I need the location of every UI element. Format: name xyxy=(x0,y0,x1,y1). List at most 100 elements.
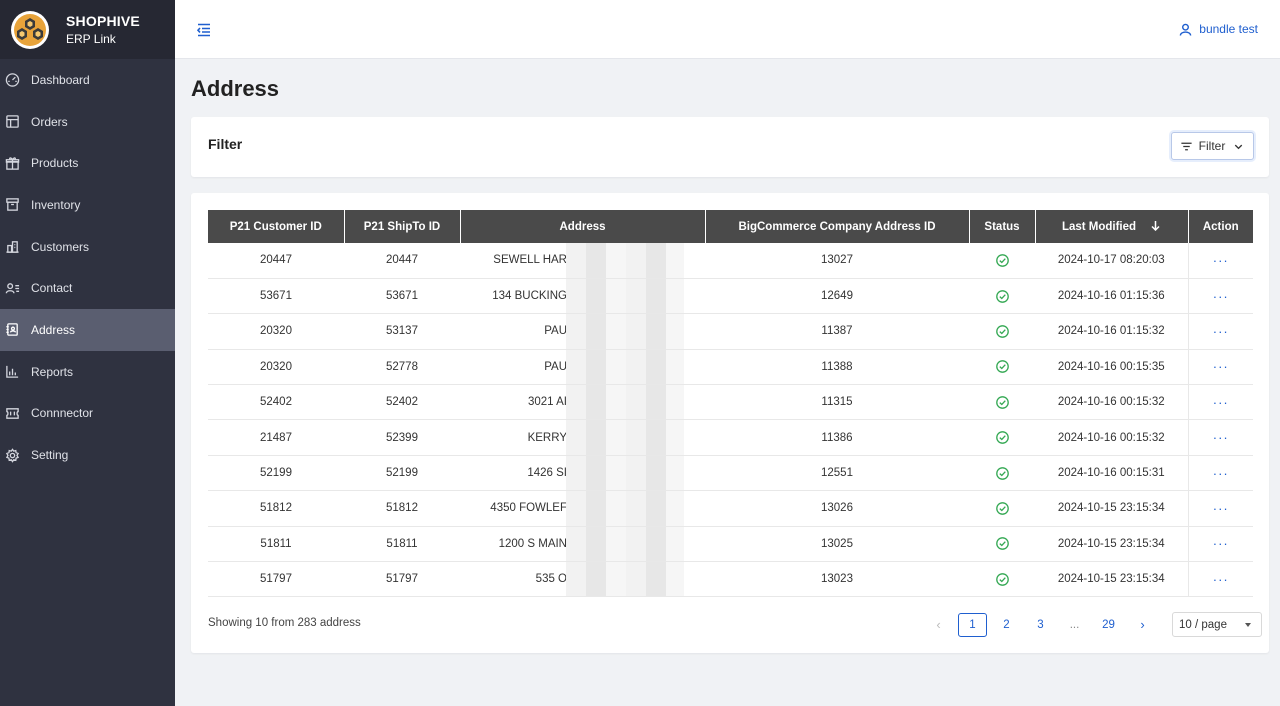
brand[interactable]: SHOPHIVE ERP Link xyxy=(0,0,175,59)
cell-customer-id: 52199 xyxy=(208,455,344,492)
sidebar-item-contact[interactable]: Contact xyxy=(0,267,175,309)
row-action-more-icon[interactable]: ··· xyxy=(1187,349,1253,386)
sidebar-item-label: Customers xyxy=(31,239,90,254)
address-table-card: P21 Customer ID P21 ShipTo ID Address Bi… xyxy=(191,193,1269,653)
row-action-more-icon[interactable]: ··· xyxy=(1187,384,1253,421)
cell-shipto-id: 52402 xyxy=(344,384,460,421)
cell-customer-id: 51811 xyxy=(208,526,344,563)
cell-last-modified: 2024-10-15 23:15:34 xyxy=(1035,490,1188,527)
pagination: ‹ 1 2 3 ... 29 › 10 / page xyxy=(924,612,1262,637)
row-action-more-icon[interactable]: ··· xyxy=(1187,278,1253,315)
redacted-block xyxy=(566,562,684,597)
sidebar-item-setting[interactable]: Setting xyxy=(0,434,175,476)
page-3-button[interactable]: 3 xyxy=(1026,613,1055,637)
redacted-block xyxy=(566,385,684,420)
brand-name: SHOPHIVE xyxy=(66,13,140,29)
sidebar-item-address[interactable]: Address xyxy=(0,309,175,351)
filter-lines-icon xyxy=(1181,142,1192,150)
dashboard-icon xyxy=(4,72,20,88)
sort-arrow-down-icon[interactable] xyxy=(1150,220,1161,234)
prev-page-button[interactable]: ‹ xyxy=(924,613,953,637)
check-circle-icon xyxy=(995,502,1009,515)
page-2-button[interactable]: 2 xyxy=(992,613,1021,637)
address-text: PAU xyxy=(544,360,567,373)
cell-bigcommerce-id: 11388 xyxy=(705,349,969,386)
row-action-more-icon[interactable]: ··· xyxy=(1187,313,1253,350)
redacted-block xyxy=(566,243,684,278)
cell-last-modified: 2024-10-16 00:15:35 xyxy=(1035,349,1188,386)
cell-status xyxy=(969,313,1035,350)
address-icon xyxy=(4,322,20,338)
cell-customer-id: 21487 xyxy=(208,419,344,456)
next-page-button[interactable]: › xyxy=(1128,613,1157,637)
sidebar-item-label: Products xyxy=(31,156,79,171)
sidebar: SHOPHIVE ERP Link Dashboard Orders Produ… xyxy=(0,0,175,706)
cell-shipto-id: 51812 xyxy=(344,490,460,527)
row-action-more-icon[interactable]: ··· xyxy=(1187,243,1253,279)
check-circle-icon xyxy=(995,466,1009,480)
sidebar-item-connector[interactable]: Connnector xyxy=(0,393,175,435)
cell-address: 4350 FOWLEF xyxy=(460,490,705,527)
cell-status xyxy=(969,561,1035,598)
page-ellipsis[interactable]: ... xyxy=(1060,613,1089,637)
cell-last-modified: 2024-10-16 00:15:32 xyxy=(1035,384,1188,421)
sidebar-item-label: Reports xyxy=(31,364,74,379)
cell-status xyxy=(969,455,1035,492)
cell-bigcommerce-id: 11387 xyxy=(705,313,969,350)
table-row: 20320 52778 PAU 11388 2024-10-16 00:15:35 ··· xyxy=(208,349,1253,386)
cell-last-modified: 2024-10-17 08:20:03 xyxy=(1035,243,1188,279)
sidebar-item-inventory[interactable]: Inventory xyxy=(0,184,175,226)
redacted-block xyxy=(566,455,684,491)
cell-shipto-id: 20447 xyxy=(344,243,460,279)
page-size-value: 10 / page xyxy=(1179,618,1227,631)
customers-icon xyxy=(4,239,20,255)
address-text: PAU xyxy=(544,325,567,338)
page-29-button[interactable]: 29 xyxy=(1094,613,1123,637)
column-header-p21-shipto-id[interactable]: P21 ShipTo ID xyxy=(344,210,461,243)
sidebar-item-orders[interactable]: Orders xyxy=(0,101,175,143)
cell-customer-id: 20320 xyxy=(208,313,344,350)
cell-customer-id: 52402 xyxy=(208,384,344,421)
sidebar-item-customers[interactable]: Customers xyxy=(0,226,175,268)
column-header-status[interactable]: Status xyxy=(969,210,1036,243)
cell-status xyxy=(969,490,1035,527)
sidebar-item-dashboard[interactable]: Dashboard xyxy=(0,59,175,101)
sidebar-item-products[interactable]: Products xyxy=(0,142,175,184)
cell-last-modified: 2024-10-16 01:15:32 xyxy=(1035,313,1188,350)
row-action-more-icon[interactable]: ··· xyxy=(1187,419,1253,456)
cell-address: PAU xyxy=(460,313,705,350)
column-header-address[interactable]: Address xyxy=(460,210,706,243)
user-menu[interactable]: bundle test xyxy=(1179,22,1258,36)
filter-card: Filter Filter xyxy=(191,117,1269,177)
check-circle-icon xyxy=(995,254,1009,267)
column-header-last-modified[interactable]: Last Modified xyxy=(1035,210,1189,243)
column-header-p21-customer-id[interactable]: P21 Customer ID xyxy=(208,210,345,243)
sidebar-item-reports[interactable]: Reports xyxy=(0,351,175,393)
cell-status xyxy=(969,278,1035,315)
column-header-bigcommerce-address-id[interactable]: BigCommerce Company Address ID xyxy=(705,210,970,243)
menu-collapse-icon[interactable] xyxy=(195,21,213,39)
cell-status xyxy=(969,419,1035,456)
filter-button[interactable]: Filter xyxy=(1171,132,1254,160)
cell-customer-id: 51797 xyxy=(208,561,344,598)
redacted-block xyxy=(566,349,684,385)
check-circle-icon xyxy=(995,431,1009,444)
cell-bigcommerce-id: 11315 xyxy=(705,384,969,421)
cell-address: SEWELL HAR xyxy=(460,243,705,279)
page-1-button[interactable]: 1 xyxy=(958,612,987,637)
cell-bigcommerce-id: 13026 xyxy=(705,490,969,527)
row-action-more-icon[interactable]: ··· xyxy=(1187,490,1253,527)
showing-count: Showing 10 from 283 address xyxy=(208,617,361,629)
filter-title: Filter xyxy=(208,136,243,152)
row-action-more-icon[interactable]: ··· xyxy=(1187,526,1253,563)
row-action-more-icon[interactable]: ··· xyxy=(1187,561,1253,598)
cell-bigcommerce-id: 12551 xyxy=(705,455,969,492)
table-body: 20447 20447 SEWELL HAR 13027 2024-10-17 08:2… xyxy=(208,243,1253,598)
gear-icon xyxy=(4,447,20,463)
address-text: 3021 AI xyxy=(527,396,567,409)
cell-address: 1200 S MAIN xyxy=(460,526,705,563)
address-text: 1200 S MAIN xyxy=(498,537,567,550)
page-size-select[interactable]: 10 / page xyxy=(1172,612,1262,637)
sidebar-item-label: Connnector xyxy=(31,406,94,421)
row-action-more-icon[interactable]: ··· xyxy=(1187,455,1253,492)
